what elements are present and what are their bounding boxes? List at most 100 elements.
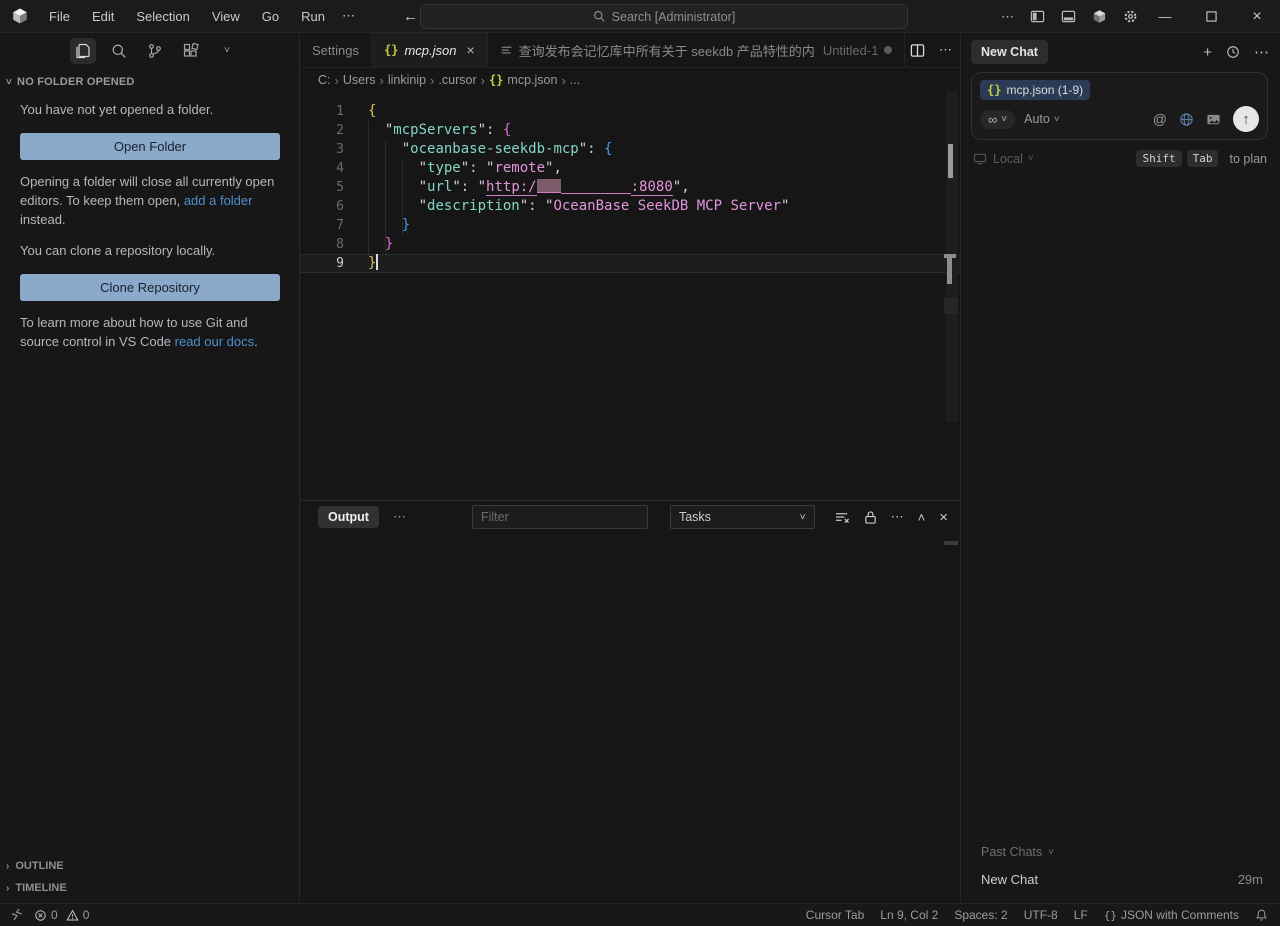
local-selector[interactable]: Local: [993, 152, 1023, 166]
clear-output-icon[interactable]: [835, 510, 850, 525]
mention-icon[interactable]: @: [1153, 111, 1167, 127]
json-file-icon: {}: [987, 83, 1001, 97]
lock-scroll-icon[interactable]: [864, 510, 877, 525]
status-item-json-with-comments[interactable]: {}JSON with Comments: [1104, 908, 1239, 922]
status-item-cursor-tab[interactable]: Cursor Tab: [806, 908, 864, 922]
outline-section[interactable]: › OUTLINE: [0, 855, 299, 877]
problems-status[interactable]: 0 0: [34, 908, 89, 922]
breadcrumb-item[interactable]: linkinip: [388, 73, 426, 87]
source-control-icon[interactable]: [142, 38, 168, 64]
code-line-7[interactable]: 7 }: [300, 216, 960, 235]
tab-untitled-1[interactable]: 查询发布会记忆库中所有关于 seekdb 产品特性的内 Untitled-1: [488, 33, 906, 67]
chat-history-item[interactable]: New Chat 29m: [981, 872, 1263, 887]
chat-history-time: 29m: [1238, 872, 1263, 887]
timeline-section[interactable]: › TIMELINE: [0, 877, 299, 899]
web-icon[interactable]: [1179, 112, 1194, 127]
breadcrumb-item[interactable]: C:: [318, 73, 331, 87]
breadcrumb-item[interactable]: ...: [570, 73, 580, 87]
context-chip[interactable]: {} mcp.json (1-9): [980, 80, 1090, 100]
new-chat-tab[interactable]: New Chat: [971, 40, 1048, 64]
menu-selection[interactable]: Selection: [127, 6, 198, 27]
chat-input[interactable]: {} mcp.json (1-9) ∞ ˅ Auto ˅ @: [971, 72, 1268, 140]
code-line-1[interactable]: 1{: [300, 102, 960, 121]
status-item-utf-8[interactable]: UTF-8: [1024, 908, 1058, 922]
remote-indicator-icon[interactable]: [10, 909, 24, 922]
menu-file[interactable]: File: [40, 6, 79, 27]
code-line-2[interactable]: 2 "mcpServers": {: [300, 121, 960, 140]
status-item-lf[interactable]: LF: [1074, 908, 1088, 922]
code-line-6[interactable]: 6 "description": "OceanBase SeekDB MCP S…: [300, 197, 960, 216]
panel-tabs-overflow-icon[interactable]: ⋯: [393, 509, 406, 525]
notifications-bell-icon[interactable]: [1255, 908, 1268, 922]
model-selector[interactable]: Auto ˅: [1024, 112, 1060, 126]
menu-view[interactable]: View: [203, 6, 249, 27]
output-filter-input[interactable]: [472, 505, 648, 529]
explorer-icon[interactable]: [70, 38, 96, 64]
code-token: http:/: [486, 179, 537, 196]
code-line-5[interactable]: 5 "url": "http:/:8080",: [300, 178, 960, 197]
agent-mode-pill[interactable]: ∞ ˅: [980, 110, 1015, 129]
open-folder-button[interactable]: Open Folder: [20, 133, 280, 160]
code-token: mcpServers: [393, 122, 477, 138]
line-number[interactable]: 7: [300, 216, 344, 235]
status-item-ln-9-col-2[interactable]: Ln 9, Col 2: [880, 908, 938, 922]
code-line-4[interactable]: 4 "type": "remote",: [300, 159, 960, 178]
command-center-search[interactable]: Search [Administrator]: [420, 4, 908, 29]
tab-mcp-json[interactable]: {} mcp.json ×: [372, 33, 488, 67]
clone-repository-button[interactable]: Clone Repository: [20, 274, 280, 301]
split-editor-icon[interactable]: [910, 43, 925, 58]
status-item-spaces-2[interactable]: Spaces: 2: [954, 908, 1007, 922]
toggle-panel-icon[interactable]: [1061, 9, 1076, 24]
output-tab[interactable]: Output: [318, 506, 379, 528]
editor-more-actions-icon[interactable]: ⋯: [939, 42, 952, 58]
nav-back-icon[interactable]: ←: [403, 8, 418, 25]
cursor-cube-icon[interactable]: [1092, 9, 1107, 24]
menu-overflow-button[interactable]: ⋯: [334, 5, 363, 27]
line-number[interactable]: 2: [300, 121, 344, 140]
maximize-panel-icon[interactable]: ˄: [918, 510, 926, 525]
breadcrumb-item[interactable]: {}mcp.json: [489, 73, 557, 87]
output-channel-select[interactable]: Tasks ˅: [670, 505, 815, 529]
settings-gear-icon[interactable]: [1123, 9, 1138, 24]
breadcrumb-item[interactable]: .cursor: [438, 73, 476, 87]
activity-overflow-chevron-icon[interactable]: ˅: [214, 38, 240, 64]
chat-more-icon[interactable]: ⋯: [1254, 43, 1269, 61]
minimize-button[interactable]: —: [1142, 0, 1188, 33]
panel-scrollbar[interactable]: [944, 541, 958, 545]
read-our-docs-link[interactable]: read our docs: [175, 334, 255, 349]
no-folder-section-header[interactable]: ˅ NO FOLDER OPENED: [6, 76, 279, 88]
line-number[interactable]: 4: [300, 159, 344, 178]
send-button[interactable]: ↑: [1233, 106, 1259, 132]
tab-settings[interactable]: Settings: [300, 33, 372, 67]
menu-go[interactable]: Go: [253, 6, 288, 27]
code-line-9[interactable]: 9}: [300, 254, 960, 273]
line-number[interactable]: 6: [300, 197, 344, 216]
close-panel-icon[interactable]: ×: [939, 509, 948, 526]
line-number[interactable]: 1: [300, 102, 344, 121]
chat-history-icon[interactable]: [1226, 45, 1240, 59]
editor-scrollbar[interactable]: [946, 92, 958, 422]
close-tab-icon[interactable]: ×: [466, 42, 474, 58]
breadcrumb-item[interactable]: Users: [343, 73, 376, 87]
line-number[interactable]: 5: [300, 178, 344, 197]
maximize-button[interactable]: [1188, 0, 1234, 33]
image-icon[interactable]: [1206, 112, 1221, 127]
dirty-indicator[interactable]: [884, 46, 892, 54]
new-chat-plus-icon[interactable]: +: [1203, 44, 1212, 61]
extensions-icon[interactable]: [178, 38, 204, 64]
code-line-8[interactable]: 8 }: [300, 235, 960, 254]
line-number[interactable]: 9: [300, 254, 344, 273]
line-number[interactable]: 3: [300, 140, 344, 159]
add-folder-link[interactable]: add a folder: [184, 193, 253, 208]
titlebar-more-icon[interactable]: ⋯: [1001, 9, 1014, 25]
search-view-icon[interactable]: [106, 38, 132, 64]
menu-run[interactable]: Run: [292, 6, 334, 27]
panel-more-actions-icon[interactable]: ⋯: [891, 509, 904, 525]
toggle-sidebar-icon[interactable]: [1030, 9, 1045, 24]
close-button[interactable]: ×: [1234, 0, 1280, 33]
code-line-3[interactable]: 3 "oceanbase-seekdb-mcp": {: [300, 140, 960, 159]
line-number[interactable]: 8: [300, 235, 344, 254]
past-chats-header[interactable]: Past Chats ˅: [981, 845, 1054, 859]
code-editor[interactable]: 1{2 "mcpServers": {3 "oceanbase-seekdb-m…: [300, 92, 960, 500]
menu-edit[interactable]: Edit: [83, 6, 123, 27]
